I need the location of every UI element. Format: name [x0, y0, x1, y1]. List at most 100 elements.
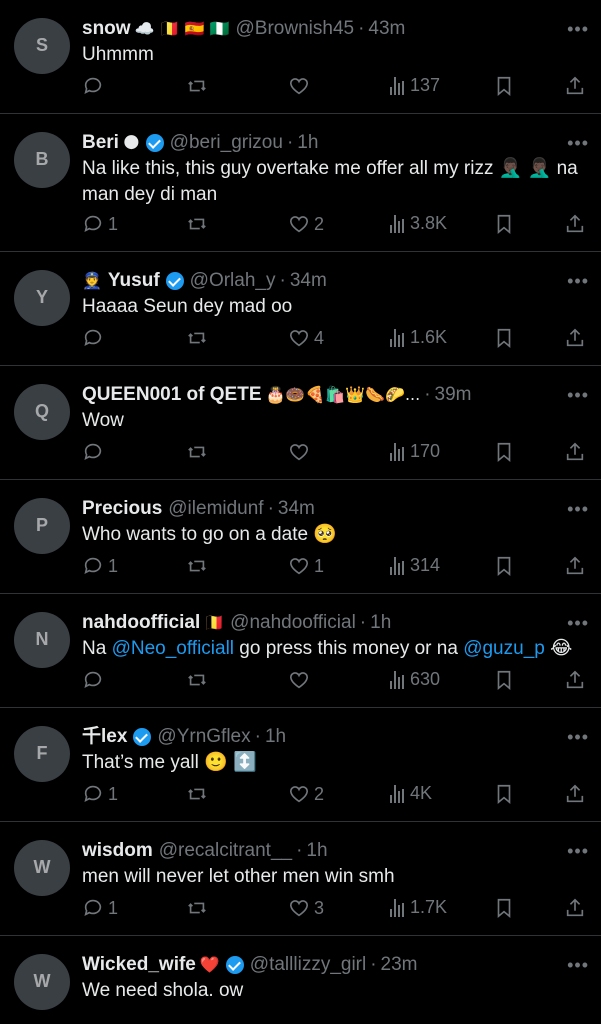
retweet-button[interactable] — [186, 75, 208, 97]
tweet[interactable]: S snow ☁️ 🇧🇪 🇪🇸 🇳🇬 @Brownish45 · 43m •••… — [0, 0, 601, 114]
display-name[interactable]: Precious — [82, 496, 162, 522]
share-button[interactable] — [564, 327, 586, 349]
like-button[interactable] — [288, 75, 314, 97]
handle[interactable]: @recalcitrant__ — [159, 838, 292, 864]
bookmark-button[interactable] — [493, 75, 515, 97]
share-button[interactable] — [564, 555, 586, 577]
reply-button[interactable] — [82, 327, 108, 349]
more-options-icon[interactable]: ••• — [567, 610, 589, 636]
handle[interactable]: @Orlah_y — [190, 268, 276, 294]
more-options-icon[interactable]: ••• — [567, 952, 589, 978]
bookmark-button[interactable] — [493, 897, 515, 919]
more-options-icon[interactable]: ••• — [567, 382, 589, 408]
tweet[interactable]: F 千lex @YrnGflex · 1h ••• That’s me yall… — [0, 708, 601, 822]
like-button[interactable] — [288, 669, 314, 691]
tweet[interactable]: W wisdom @recalcitrant__ · 1h ••• men wi… — [0, 822, 601, 936]
share-button[interactable] — [564, 669, 586, 691]
more-options-icon[interactable]: ••• — [567, 496, 589, 522]
tweet[interactable]: W Wicked_wife ❤️ @talllizzy_girl · 23m •… — [0, 936, 601, 1016]
timestamp[interactable]: 34m — [290, 268, 327, 294]
views-button[interactable]: 314 — [390, 555, 440, 576]
display-name[interactable]: Yusuf — [108, 268, 160, 294]
views-button[interactable]: 4K — [390, 783, 432, 804]
like-button[interactable]: 4 — [288, 327, 324, 349]
bookmark-button[interactable] — [493, 327, 515, 349]
retweet-button[interactable] — [186, 213, 208, 235]
timestamp[interactable]: 39m — [435, 382, 472, 408]
like-button[interactable]: 3 — [288, 897, 324, 919]
avatar[interactable]: Q — [14, 384, 70, 440]
timestamp[interactable]: 1h — [370, 610, 391, 636]
reply-button[interactable]: 1 — [82, 213, 118, 235]
like-button[interactable]: 2 — [288, 783, 324, 805]
retweet-button[interactable] — [186, 669, 208, 691]
more-options-icon[interactable]: ••• — [567, 16, 589, 42]
tweet[interactable]: Y 👮 Yusuf @Orlah_y · 34m ••• Haaaa Seun … — [0, 252, 601, 366]
reply-button[interactable] — [82, 441, 108, 463]
views-button[interactable]: 137 — [390, 75, 440, 96]
more-options-icon[interactable]: ••• — [567, 268, 589, 294]
tweet[interactable]: P Precious @ilemidunf · 34m ••• Who want… — [0, 480, 601, 594]
avatar[interactable]: N — [14, 612, 70, 668]
retweet-button[interactable] — [186, 327, 208, 349]
display-name[interactable]: QUEEN001 of QETE — [82, 382, 262, 408]
handle[interactable]: @ilemidunf — [168, 496, 263, 522]
reply-button[interactable]: 1 — [82, 555, 118, 577]
avatar[interactable]: S — [14, 18, 70, 74]
views-button[interactable]: 170 — [390, 441, 440, 462]
reply-button[interactable] — [82, 75, 108, 97]
avatar[interactable]: B — [14, 132, 70, 188]
bookmark-button[interactable] — [493, 555, 515, 577]
timestamp[interactable]: 1h — [265, 724, 286, 750]
views-button[interactable]: 630 — [390, 669, 440, 690]
reply-button[interactable]: 1 — [82, 783, 118, 805]
timestamp[interactable]: 1h — [297, 130, 318, 156]
handle[interactable]: @talllizzy_girl — [250, 952, 366, 978]
handle[interactable]: @nahdoofficial — [230, 610, 356, 636]
like-button[interactable]: 2 — [288, 213, 324, 235]
more-options-icon[interactable]: ••• — [567, 838, 589, 864]
display-name[interactable]: 千lex — [82, 724, 127, 750]
avatar[interactable]: Y — [14, 270, 70, 326]
more-options-icon[interactable]: ••• — [567, 130, 589, 156]
avatar[interactable]: P — [14, 498, 70, 554]
timestamp[interactable]: 43m — [368, 16, 405, 42]
like-button[interactable]: 1 — [288, 555, 324, 577]
display-name[interactable]: nahdoofficial — [82, 610, 200, 636]
share-button[interactable] — [564, 897, 586, 919]
retweet-button[interactable] — [186, 897, 208, 919]
display-name[interactable]: Beri — [82, 130, 119, 156]
avatar[interactable]: W — [14, 954, 70, 1010]
display-name[interactable]: Wicked_wife — [82, 952, 196, 978]
reply-button[interactable] — [82, 669, 108, 691]
tweet[interactable]: N nahdoofficial 🇧🇪 @nahdoofficial · 1h •… — [0, 594, 601, 708]
bookmark-button[interactable] — [493, 441, 515, 463]
display-name[interactable]: snow — [82, 16, 131, 42]
share-button[interactable] — [564, 75, 586, 97]
handle[interactable]: @YrnGflex — [157, 724, 250, 750]
avatar[interactable]: W — [14, 840, 70, 896]
share-button[interactable] — [564, 213, 586, 235]
retweet-button[interactable] — [186, 441, 208, 463]
bookmark-button[interactable] — [493, 213, 515, 235]
tweet[interactable]: B Beri 🌑 @beri_grizou · 1h ••• Na like t… — [0, 114, 601, 252]
more-options-icon[interactable]: ••• — [567, 724, 589, 750]
handle[interactable]: @beri_grizou — [170, 130, 283, 156]
timestamp[interactable]: 23m — [381, 952, 418, 978]
views-button[interactable]: 1.7K — [390, 897, 447, 918]
share-button[interactable] — [564, 783, 586, 805]
share-button[interactable] — [564, 441, 586, 463]
avatar[interactable]: F — [14, 726, 70, 782]
bookmark-button[interactable] — [493, 783, 515, 805]
timestamp[interactable]: 34m — [278, 496, 315, 522]
retweet-button[interactable] — [186, 783, 208, 805]
mention-link[interactable]: @guzu_p — [463, 638, 545, 659]
handle[interactable]: @Brownish45 — [236, 16, 355, 42]
mention-link[interactable]: @Neo_officiall — [112, 638, 234, 659]
timestamp[interactable]: 1h — [306, 838, 327, 864]
display-name[interactable]: wisdom — [82, 838, 153, 864]
like-button[interactable] — [288, 441, 314, 463]
views-button[interactable]: 1.6K — [390, 327, 447, 348]
bookmark-button[interactable] — [493, 669, 515, 691]
views-button[interactable]: 3.8K — [390, 213, 447, 234]
